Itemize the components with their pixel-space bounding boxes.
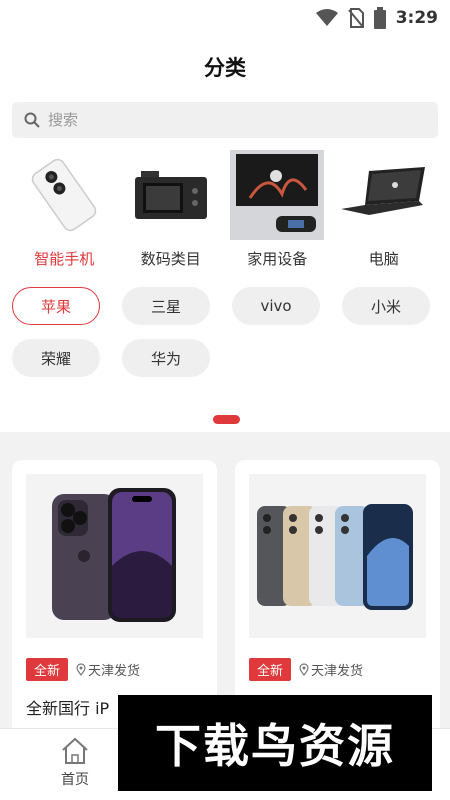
product-meta: 全新 天津发货	[26, 658, 203, 681]
category-home-device[interactable]: 家用设备	[225, 150, 330, 269]
tab-home[interactable]: 首页	[45, 737, 105, 789]
shipping-text: 天津发货	[311, 664, 364, 679]
location-pin-icon	[299, 663, 309, 676]
phone-image	[17, 150, 111, 240]
tv-image	[230, 150, 325, 240]
home-icon	[62, 737, 88, 764]
product-image	[26, 474, 203, 638]
brand-chip-samsung[interactable]: 三星	[122, 287, 210, 325]
camera-image	[124, 150, 218, 240]
brand-chip-vivo[interactable]: vivo	[232, 287, 320, 325]
no-sim-icon	[347, 8, 364, 28]
shipping-info: 天津发货	[76, 660, 140, 679]
brand-chip-huawei[interactable]: 华为	[122, 339, 210, 377]
category-digital[interactable]: 数码类目	[119, 150, 224, 269]
category-computer[interactable]: 电脑	[332, 150, 437, 269]
wifi-icon	[315, 9, 338, 26]
search-input[interactable]	[48, 111, 408, 129]
brand-chip-honor[interactable]: 荣耀	[12, 339, 100, 377]
new-badge: 全新	[249, 658, 292, 681]
watermark-text: 下载鸟资源	[155, 719, 395, 773]
shipping-text: 天津发货	[88, 664, 141, 679]
product-list: 全新 天津发货 全新国行 iP 全新 天津发货	[0, 432, 450, 760]
laptop-image	[337, 150, 431, 240]
brand-chip-apple[interactable]: 苹果	[12, 287, 100, 325]
status-bar: 3:29	[0, 0, 450, 36]
category-label: 电脑	[368, 250, 399, 268]
brand-chip-xiaomi[interactable]: 小米	[342, 287, 430, 325]
location-pin-icon	[76, 663, 86, 676]
header: 分类	[0, 36, 450, 98]
status-time: 3:29	[395, 8, 438, 28]
battery-icon	[373, 7, 386, 29]
page-indicator	[213, 415, 240, 424]
watermark: 下载鸟资源	[118, 695, 432, 791]
page-title: 分类	[204, 56, 246, 80]
tab-home-label: 首页	[61, 772, 89, 788]
product-image	[249, 474, 426, 638]
category-smartphone[interactable]: 智能手机	[12, 150, 117, 269]
product-meta: 全新 天津发货	[249, 658, 426, 681]
brand-filter-list: 苹果 三星 vivo 小米 荣耀 华为	[0, 287, 450, 377]
category-label: 数码类目	[140, 250, 201, 268]
category-label: 智能手机	[34, 250, 95, 268]
search-icon	[24, 112, 40, 128]
category-label: 家用设备	[247, 250, 308, 268]
new-badge: 全新	[26, 658, 69, 681]
shipping-info: 天津发货	[299, 660, 363, 679]
category-row: 智能手机 数码类目 家用设备 电脑	[0, 150, 450, 269]
search-bar[interactable]	[12, 102, 438, 138]
